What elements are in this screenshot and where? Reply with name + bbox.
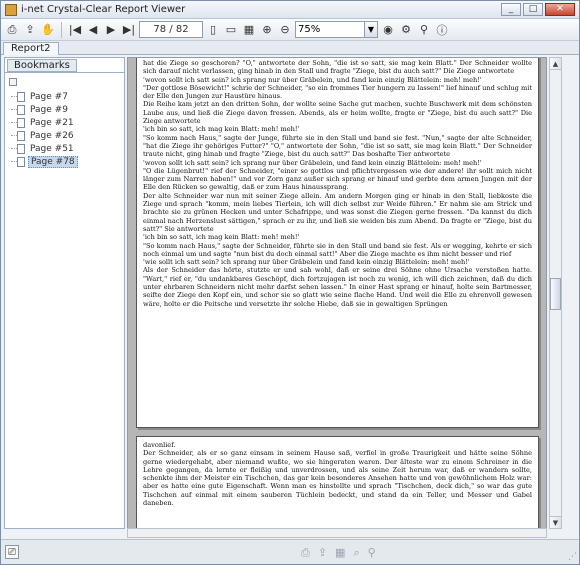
page-text: hat die Ziege so geschoren? "O," antwort… — [143, 59, 532, 76]
bookmark-label: Page #26 — [30, 130, 74, 141]
page-number-field[interactable]: 78 / 82 — [139, 21, 203, 38]
scroll-thumb[interactable] — [550, 278, 561, 310]
settings-icon[interactable]: ⚙ — [398, 22, 414, 38]
tab-bookmarks[interactable]: Bookmarks — [7, 59, 77, 72]
first-page-icon[interactable]: |◀ — [67, 22, 83, 38]
page-text: "O die Lügenbrut!" rief der Schneider, "… — [143, 166, 532, 192]
zoom-icon: ⌕ — [353, 546, 360, 559]
page-icon — [17, 117, 25, 128]
page-text: "Der gottlose Bösewicht!" schrie der Sch… — [143, 83, 532, 101]
page-icon — [17, 156, 25, 167]
resize-grip-icon[interactable]: ⋰ — [568, 552, 577, 562]
zoom-input[interactable] — [296, 22, 364, 37]
minimize-button[interactable]: _ — [501, 3, 521, 16]
report-viewer[interactable]: hat die Ziege so geschoren? "O," antwort… — [127, 57, 547, 529]
page-text: Der alte Schneider war nun mit seiner Zi… — [143, 191, 532, 233]
zoom-select[interactable]: ▼ — [295, 21, 378, 38]
bookmark-tree: Page #7 Page #9 Page #21 Page #26 Page #… — [9, 78, 78, 168]
page-text: Die Reihe kam jetzt an den dritten Sohn,… — [143, 100, 532, 126]
close-button[interactable]: ✕ — [545, 3, 575, 16]
export-icon[interactable]: ⇪ — [22, 22, 38, 38]
title-bar[interactable]: i-net Crystal-Clear Report Viewer _ □ ✕ — [1, 1, 579, 19]
search-icon[interactable]: ⚲ — [416, 22, 432, 38]
report-page: davonlief. Der Schneider, als er so ganz… — [136, 436, 539, 528]
page-text: 'wie sollt ich satt sein? ich sprang nur… — [143, 258, 470, 267]
last-page-icon[interactable]: ▶| — [121, 22, 137, 38]
page-icon — [17, 130, 25, 141]
zoom-out-icon[interactable]: ⊖ — [277, 22, 293, 38]
divider — [5, 72, 124, 73]
grid-icon: ▦ — [335, 546, 346, 559]
tree-root-icon[interactable] — [9, 78, 17, 86]
page-text: 'wovon sollt ich satt sein? ich sprang n… — [143, 158, 482, 167]
app-logo-icon — [5, 3, 17, 16]
tab-report2[interactable]: Report2 — [3, 42, 59, 55]
page-text: 'ich bin so satt, ich mag kein Blatt: me… — [143, 233, 300, 242]
page-icon — [17, 104, 25, 115]
refresh-icon[interactable]: ◉ — [380, 22, 396, 38]
toolbar-divider — [61, 21, 62, 38]
document-tab-bar: Report2 — [1, 41, 579, 55]
chevron-down-icon[interactable]: ▼ — [364, 22, 377, 37]
page-text: "So komm nach Haus," sagte der Junge, fü… — [143, 133, 532, 159]
bookmark-label: Page #7 — [30, 91, 68, 102]
next-page-icon[interactable]: ▶ — [103, 22, 119, 38]
scroll-up-icon[interactable]: ▲ — [550, 58, 561, 70]
single-page-icon[interactable]: ▯ — [205, 22, 221, 38]
print-icon[interactable]: ⎙ — [4, 22, 20, 38]
continuous-page-icon[interactable]: ▭ — [223, 22, 239, 38]
bookmark-label: Page #78 — [28, 155, 78, 168]
bookmark-item[interactable]: Page #26 — [11, 129, 78, 142]
maximize-button[interactable]: □ — [523, 3, 543, 16]
bookmark-label: Page #21 — [30, 117, 74, 128]
page-text: Der Schneider, als er so ganz einsam in … — [143, 449, 532, 508]
zoom-in-icon[interactable]: ⊕ — [259, 22, 275, 38]
bookmark-label: Page #51 — [30, 143, 74, 154]
report-page: hat die Ziege so geschoren? "O," antwort… — [136, 58, 539, 428]
status-tools: ⎙ ⇪ ▦ ⌕ ⚲ — [301, 546, 376, 560]
bookmark-item[interactable]: Page #21 — [11, 116, 78, 129]
info-icon[interactable]: ⓘ — [434, 22, 450, 38]
page-icon — [17, 91, 25, 102]
bookmark-label: Page #9 — [30, 104, 68, 115]
hand-tool-icon[interactable]: ✋ — [40, 22, 56, 38]
bookmark-item[interactable]: Page #7 — [11, 90, 78, 103]
status-document-icon[interactable]: ⎚ — [5, 545, 19, 559]
vertical-scrollbar[interactable]: ▲ ▼ — [549, 57, 562, 529]
app-window: i-net Crystal-Clear Report Viewer _ □ ✕ … — [0, 0, 580, 565]
toolbar: ⎙ ⇪ ✋ |◀ ◀ ▶ ▶| 78 / 82 ▯ ▭ ▦ ⊕ ⊖ ▼ ◉ ⚙ … — [1, 19, 579, 41]
search-icon: ⚲ — [367, 546, 376, 559]
status-bar: ⎚ ⎙ ⇪ ▦ ⌕ ⚲ ⋰ — [1, 539, 579, 564]
page-text: 'wovon sollt ich satt sein? ich sprang n… — [143, 75, 482, 84]
page-text: Als der Schneider das hörte, stutzte er … — [143, 266, 532, 308]
horizontal-scrollbar[interactable] — [127, 528, 547, 538]
scroll-down-icon[interactable]: ▼ — [550, 516, 561, 528]
window-title: i-net Crystal-Clear Report Viewer — [21, 4, 186, 15]
print-icon: ⎙ — [301, 546, 310, 559]
window-controls: _ □ ✕ — [501, 3, 575, 16]
bookmark-item-selected[interactable]: Page #78 — [11, 155, 78, 168]
multi-page-icon[interactable]: ▦ — [241, 22, 257, 38]
bookmarks-panel: Bookmarks Page #7 Page #9 Page #21 Page … — [4, 57, 125, 529]
page-text: davonlief. — [143, 441, 176, 449]
previous-page-icon[interactable]: ◀ — [85, 22, 101, 38]
bookmark-item[interactable]: Page #51 — [11, 142, 78, 155]
page-icon — [17, 143, 25, 154]
page-text: "So komm nach Haus," sagte der Schneider… — [143, 241, 532, 258]
page-text: 'ich bin so satt, ich mag kein Blatt: me… — [143, 125, 300, 134]
bookmark-item[interactable]: Page #9 — [11, 103, 78, 116]
export-icon: ⇪ — [317, 546, 328, 559]
